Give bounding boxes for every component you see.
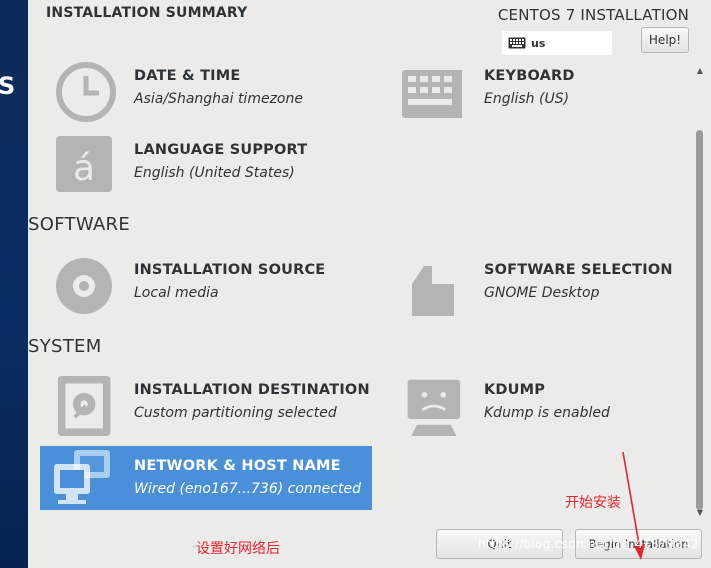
scrollbar-thumb[interactable] <box>696 130 703 510</box>
spoke-status: Asia/Shanghai timezone <box>134 91 303 107</box>
spoke-kdump[interactable]: KDUMP Kdump is enabled <box>402 376 711 438</box>
spoke-installation-destination[interactable]: INSTALLATION DESTINATION Custom partitio… <box>56 376 386 438</box>
installation-summary-hub: INSTALLATION SUMMARY CENTOS 7 INSTALLATI… <box>28 0 711 568</box>
spoke-date-time[interactable]: DATE & TIME Asia/Shanghai timezone <box>56 62 386 124</box>
svg-text:á: á <box>73 148 95 189</box>
keyboard-layout-indicator[interactable]: us <box>502 31 612 55</box>
spoke-name: INSTALLATION DESTINATION <box>134 382 370 398</box>
spoke-status: English (US) <box>484 91 570 107</box>
spoke-language-support[interactable]: á LANGUAGE SUPPORT English (United State… <box>56 136 386 198</box>
spoke-status: Kdump is enabled <box>484 405 610 421</box>
spoke-name: INSTALLATION SOURCE <box>134 262 326 278</box>
spoke-name: DATE & TIME <box>134 68 241 84</box>
spoke-name: KDUMP <box>484 382 546 398</box>
keyboard-layout-label: us <box>531 36 546 50</box>
spoke-name: KEYBOARD <box>484 68 575 84</box>
spoke-network-host-name[interactable]: NETWORK & HOST NAME Wired (eno167...736)… <box>40 446 372 510</box>
section-heading-software: SOFTWARE <box>28 214 131 235</box>
kdump-icon <box>407 379 461 436</box>
spoke-status: Local media <box>134 285 219 301</box>
spoke-status: English (United States) <box>134 165 295 181</box>
keyboard-icon <box>402 70 462 118</box>
help-button[interactable]: Help! <box>641 27 689 53</box>
spoke-name: SOFTWARE SELECTION <box>484 262 673 278</box>
spoke-keyboard[interactable]: KEYBOARD English (US) <box>402 62 711 124</box>
section-heading-system: SYSTEM <box>28 336 102 357</box>
spoke-status: Custom partitioning selected <box>134 405 337 421</box>
annotation-begin-note: 开始安装 <box>565 495 621 511</box>
spoke-status: GNOME Desktop <box>484 285 600 301</box>
page-title: INSTALLATION SUMMARY <box>46 5 248 21</box>
keyboard-small-icon <box>508 37 526 49</box>
spoke-installation-source[interactable]: INSTALLATION SOURCE Local media <box>56 256 386 318</box>
spoke-status: Wired (eno167...736) connected <box>134 481 361 497</box>
anaconda-sidebar: S <box>0 0 28 568</box>
spoke-software-selection[interactable]: SOFTWARE SELECTION GNOME Desktop <box>402 256 711 318</box>
language-icon: á <box>56 136 112 192</box>
sidebar-logo-fragment: S <box>0 72 16 100</box>
product-title: CENTOS 7 INSTALLATION <box>497 6 689 24</box>
spoke-name: LANGUAGE SUPPORT <box>134 142 308 158</box>
spoke-name: NETWORK & HOST NAME <box>134 458 341 474</box>
clock-icon <box>56 62 116 122</box>
network-icon <box>54 450 110 504</box>
disc-icon <box>56 258 112 314</box>
annotation-network-note: 设置好网络后 <box>196 541 280 557</box>
package-icon <box>412 266 454 316</box>
scroll-down-icon[interactable]: ▼ <box>695 508 705 518</box>
watermark: https://blog.csdn.net/qq_41879842 <box>478 537 699 551</box>
harddisk-icon <box>57 376 111 436</box>
